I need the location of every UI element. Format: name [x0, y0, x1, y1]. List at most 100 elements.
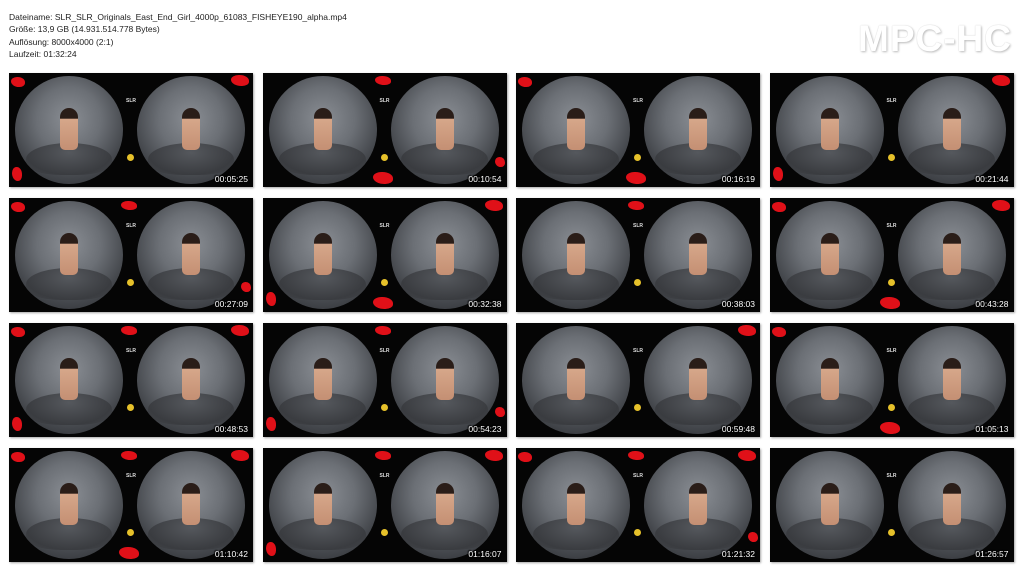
splatter-decoration [628, 201, 644, 210]
timestamp: 00:38:03 [721, 299, 755, 309]
marker-icon [380, 154, 388, 161]
person-figure [60, 233, 78, 276]
studio-logo: SLR [886, 473, 897, 479]
marker-icon [634, 154, 641, 161]
studio-logo: SLR [886, 223, 897, 229]
person-figure [60, 108, 78, 151]
splatter-decoration [494, 157, 505, 167]
mpc-hc-logo: MPC-HC [858, 18, 1012, 59]
marker-icon [127, 154, 134, 161]
thumbnail: SLR 01:21:32 [516, 448, 760, 562]
person-figure [313, 483, 332, 526]
splatter-decoration [11, 77, 25, 87]
person-figure [942, 483, 961, 526]
splatter-decoration [484, 200, 503, 211]
marker-icon [887, 154, 895, 161]
timestamp: 01:26:57 [975, 549, 1009, 559]
thumbnail: SLR 00:48:53 [9, 323, 253, 437]
thumbnail: SLR 00:16:19 [516, 73, 760, 187]
splatter-decoration [372, 172, 393, 184]
fisheye-view-left [775, 451, 884, 559]
splatter-decoration [374, 76, 391, 85]
studio-logo: SLR [886, 348, 897, 354]
thumbnail-grid: SLR 00:05:25 SLR 00:10:54 SLR 00:16:19 SLR 0… [9, 73, 1016, 562]
splatter-decoration [241, 282, 251, 292]
marker-icon [634, 404, 641, 411]
studio-logo: SLR [126, 98, 136, 104]
fisheye-view-right [897, 201, 1006, 309]
timestamp: 01:21:32 [721, 549, 755, 559]
fisheye-view-left [268, 326, 377, 434]
timestamp: 00:59:48 [721, 424, 755, 434]
studio-logo: SLR [126, 223, 136, 229]
timestamp: 00:05:25 [214, 174, 248, 184]
fisheye-view-right [390, 451, 499, 559]
fisheye-view-left [522, 326, 630, 434]
splatter-decoration [121, 326, 137, 335]
thumbnail: SLR 00:43:28 [769, 198, 1014, 312]
splatter-decoration [231, 75, 249, 86]
splatter-decoration [518, 77, 532, 87]
splatter-decoration [12, 167, 22, 181]
fisheye-view-right [390, 326, 499, 434]
studio-logo: SLR [379, 473, 390, 479]
person-figure [60, 483, 78, 526]
splatter-decoration [879, 297, 900, 309]
person-figure [182, 483, 200, 526]
splatter-decoration [628, 451, 644, 460]
fisheye-view-left [522, 451, 630, 559]
fisheye-view-right [137, 76, 245, 184]
fisheye-view-right [897, 326, 1006, 434]
person-figure [820, 358, 839, 401]
person-figure [567, 233, 585, 276]
person-figure [942, 358, 961, 401]
splatter-decoration [231, 325, 249, 336]
person-figure [689, 483, 707, 526]
fisheye-view-left [268, 201, 377, 309]
duration-line: Laufzeit: 01:32:24 [9, 48, 77, 59]
studio-logo: SLR [886, 98, 897, 104]
person-figure [689, 358, 707, 401]
fisheye-view-left [268, 76, 377, 184]
thumbnail: SLR 01:05:13 [769, 323, 1014, 437]
fisheye-view-left [775, 76, 884, 184]
thumbnail: SLR 00:54:23 [262, 323, 507, 437]
splatter-decoration [484, 450, 503, 461]
thumbnail: SLR 00:21:44 [769, 73, 1014, 187]
thumbnail: SLR 00:05:25 [9, 73, 253, 187]
splatter-decoration [12, 417, 22, 431]
studio-logo: SLR [126, 473, 136, 479]
fisheye-view-right [137, 326, 245, 434]
thumbnail: SLR 01:26:57 [769, 448, 1014, 562]
thumbnail: SLR 00:10:54 [262, 73, 507, 187]
thumbnail-sheet: Dateiname: SLR_SLR_Originals_East_End_Gi… [0, 0, 1024, 576]
splatter-decoration [11, 452, 25, 462]
marker-icon [127, 529, 134, 536]
fisheye-view-left [522, 76, 630, 184]
person-figure [820, 233, 839, 276]
marker-icon [634, 279, 641, 286]
person-figure [182, 358, 200, 401]
size-line: Größe: 13,9 GB (14.931.514.778 Bytes) [9, 24, 160, 35]
fisheye-view-left [15, 451, 123, 559]
splatter-decoration [121, 201, 137, 210]
fisheye-view-left [15, 76, 123, 184]
splatter-decoration [265, 292, 276, 306]
splatter-decoration [121, 451, 137, 460]
fisheye-view-right [897, 76, 1006, 184]
splatter-decoration [771, 202, 786, 212]
splatter-decoration [265, 417, 276, 431]
studio-logo: SLR [633, 473, 643, 479]
timestamp: 00:27:09 [214, 299, 248, 309]
fisheye-view-right [644, 201, 752, 309]
splatter-decoration [231, 450, 249, 461]
person-figure [942, 108, 961, 151]
filename-line: Dateiname: SLR_SLR_Originals_East_End_Gi… [9, 12, 347, 22]
splatter-decoration [265, 542, 276, 556]
splatter-decoration [991, 75, 1010, 86]
marker-icon [887, 529, 895, 536]
studio-logo: SLR [379, 98, 390, 104]
person-figure [60, 358, 78, 401]
marker-icon [380, 529, 388, 536]
studio-logo: SLR [379, 348, 390, 354]
